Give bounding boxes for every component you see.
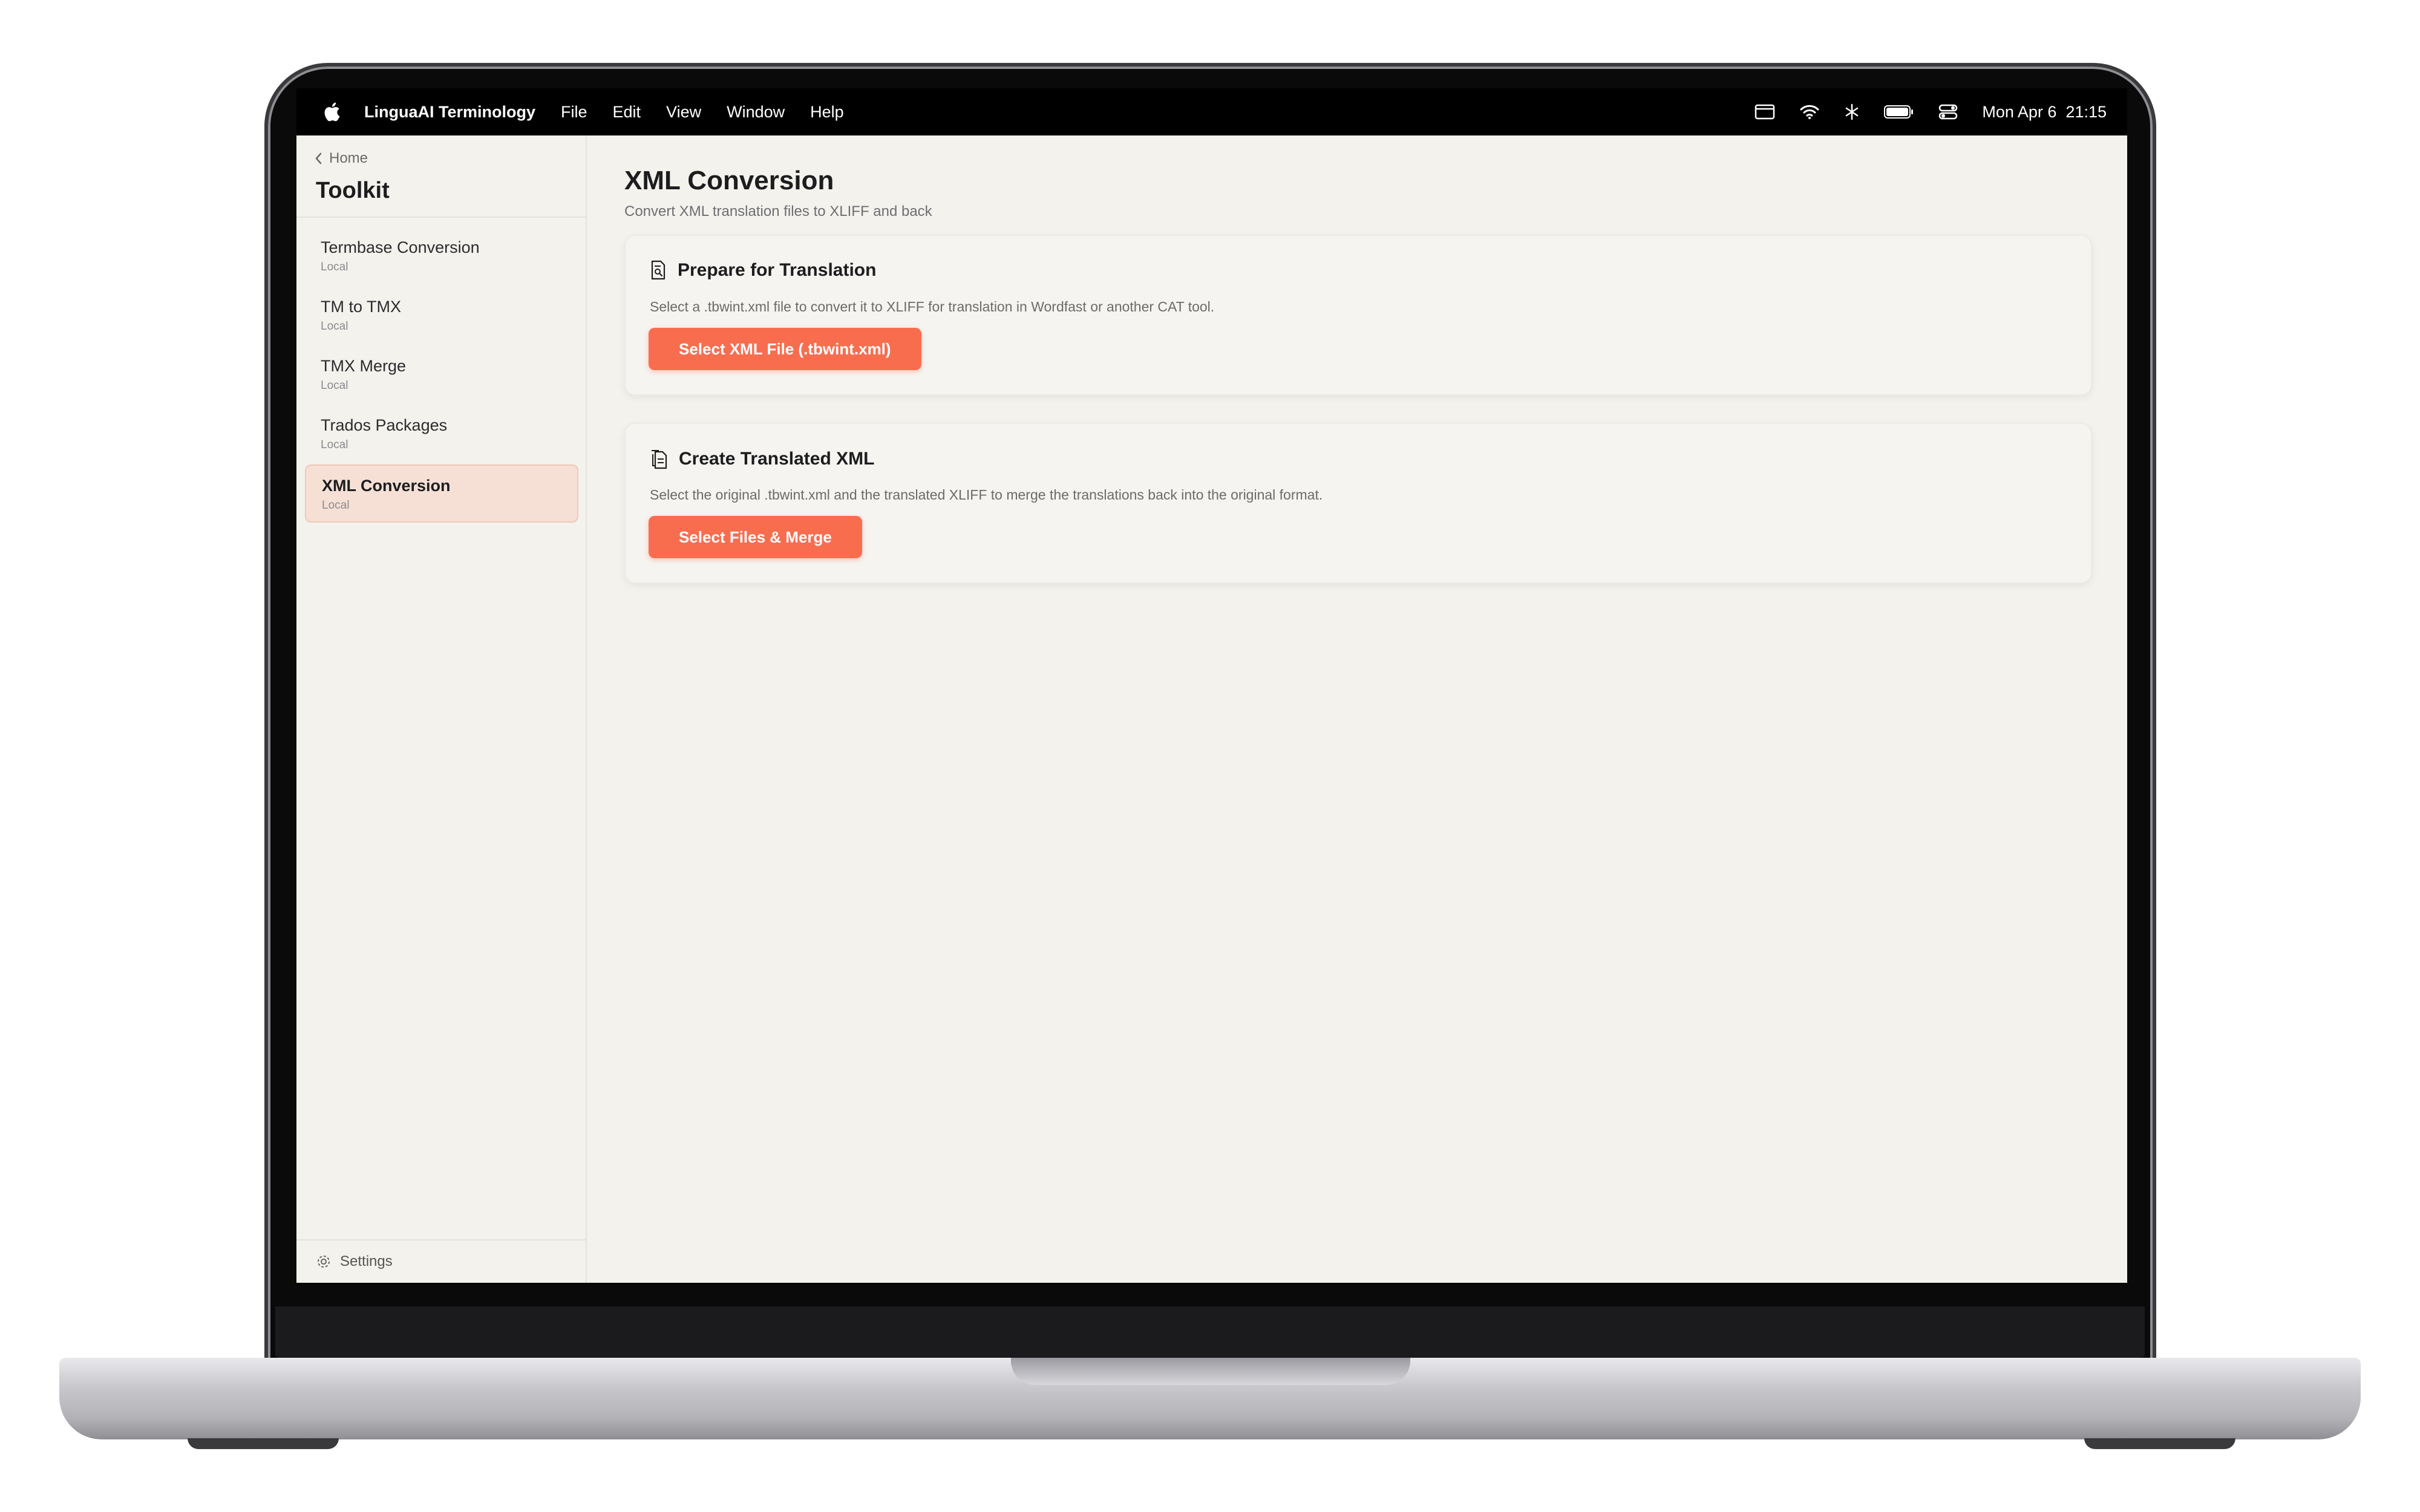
create-translated-xml-card: Create Translated XML Select the origina…: [624, 423, 2092, 584]
control-center-icon[interactable]: [1938, 103, 1958, 120]
laptop-foot-left: [188, 1438, 339, 1449]
sidebar-item-sub: Local: [321, 379, 348, 392]
bluetooth-icon[interactable]: [1844, 103, 1860, 121]
menu-file[interactable]: File: [561, 103, 587, 122]
clock-date: Mon Apr 6: [1982, 102, 2057, 121]
sidebar-item-sub: Local: [322, 499, 350, 512]
window-icon[interactable]: [1754, 103, 1775, 120]
select-files-merge-button[interactable]: Select Files & Merge: [649, 516, 862, 558]
prepare-translation-card: Prepare for Translation Select a .tbwint…: [624, 235, 2092, 396]
settings-label: Settings: [340, 1253, 393, 1269]
sidebar-item-label: Trados Packages: [321, 416, 448, 434]
main-content: XML Conversion Convert XML translation f…: [587, 135, 2127, 1283]
menu-window[interactable]: Window: [727, 103, 785, 122]
chevron-left-icon: [315, 152, 322, 165]
wifi-icon[interactable]: [1799, 103, 1820, 120]
card-title: Create Translated XML: [679, 449, 875, 469]
menu-bar: LinguaAI Terminology File Edit View Wind…: [296, 88, 2127, 135]
back-home-button[interactable]: Home: [315, 150, 368, 167]
sidebar-item-sub: Local: [321, 261, 348, 273]
tool-list: Termbase Conversion Local TM to TMX Loca…: [305, 227, 578, 524]
sidebar-item-label: XML Conversion: [322, 477, 451, 495]
menu-view[interactable]: View: [666, 103, 701, 122]
apple-icon[interactable]: [321, 100, 345, 124]
page-title: XML Conversion: [624, 166, 834, 195]
sidebar-item-tm-to-tmx[interactable]: TM to TMX Local: [305, 287, 578, 345]
sidebar-item-xml-conversion[interactable]: XML Conversion Local: [305, 464, 578, 523]
card-header: Prepare for Translation: [650, 260, 876, 281]
card-title: Prepare for Translation: [678, 260, 877, 280]
sidebar-item-tmx-merge[interactable]: TMX Merge Local: [305, 346, 578, 404]
sidebar-item-label: Termbase Conversion: [321, 238, 480, 256]
battery-icon[interactable]: [1884, 104, 1914, 120]
card-description: Select a .tbwint.xml file to convert it …: [650, 299, 1215, 314]
select-xml-file-button[interactable]: Select XML File (.tbwint.xml): [649, 328, 921, 370]
sidebar-item-sub: Local: [321, 438, 348, 451]
sidebar: Home Toolkit Termbase Conversion Local T…: [296, 135, 587, 1283]
sidebar-item-label: TM to TMX: [321, 298, 402, 316]
screen: LinguaAI Terminology File Edit View Wind…: [296, 88, 2127, 1283]
laptop-chin: [275, 1306, 2145, 1358]
gear-icon: [318, 1256, 330, 1268]
documents-icon: [652, 450, 667, 469]
laptop-notch: [1011, 1358, 1410, 1385]
sidebar-item-trados-packages[interactable]: Trados Packages Local: [305, 405, 578, 463]
card-description: Select the original .tbwint.xml and the …: [650, 487, 1323, 503]
sidebar-item-label: TMX Merge: [321, 357, 407, 375]
page-subtitle: Convert XML translation files to XLIFF a…: [624, 203, 932, 220]
document-search-icon: [651, 260, 666, 280]
sidebar-item-termbase-conversion[interactable]: Termbase Conversion Local: [305, 227, 578, 285]
settings-button[interactable]: Settings: [296, 1239, 586, 1283]
clock[interactable]: Mon Apr 6 21:15: [1982, 103, 2107, 122]
app-name[interactable]: LinguaAI Terminology: [364, 103, 535, 122]
sidebar-title: Toolkit: [316, 178, 390, 203]
menu-edit[interactable]: Edit: [613, 103, 641, 122]
sidebar-header: Home Toolkit: [296, 135, 586, 218]
laptop-foot-right: [2084, 1438, 2235, 1449]
sidebar-item-sub: Local: [321, 320, 348, 333]
menu-help[interactable]: Help: [810, 103, 844, 122]
back-label: Home: [329, 150, 368, 166]
clock-time: 21:15: [2065, 102, 2107, 121]
card-header: Create Translated XML: [650, 448, 874, 470]
